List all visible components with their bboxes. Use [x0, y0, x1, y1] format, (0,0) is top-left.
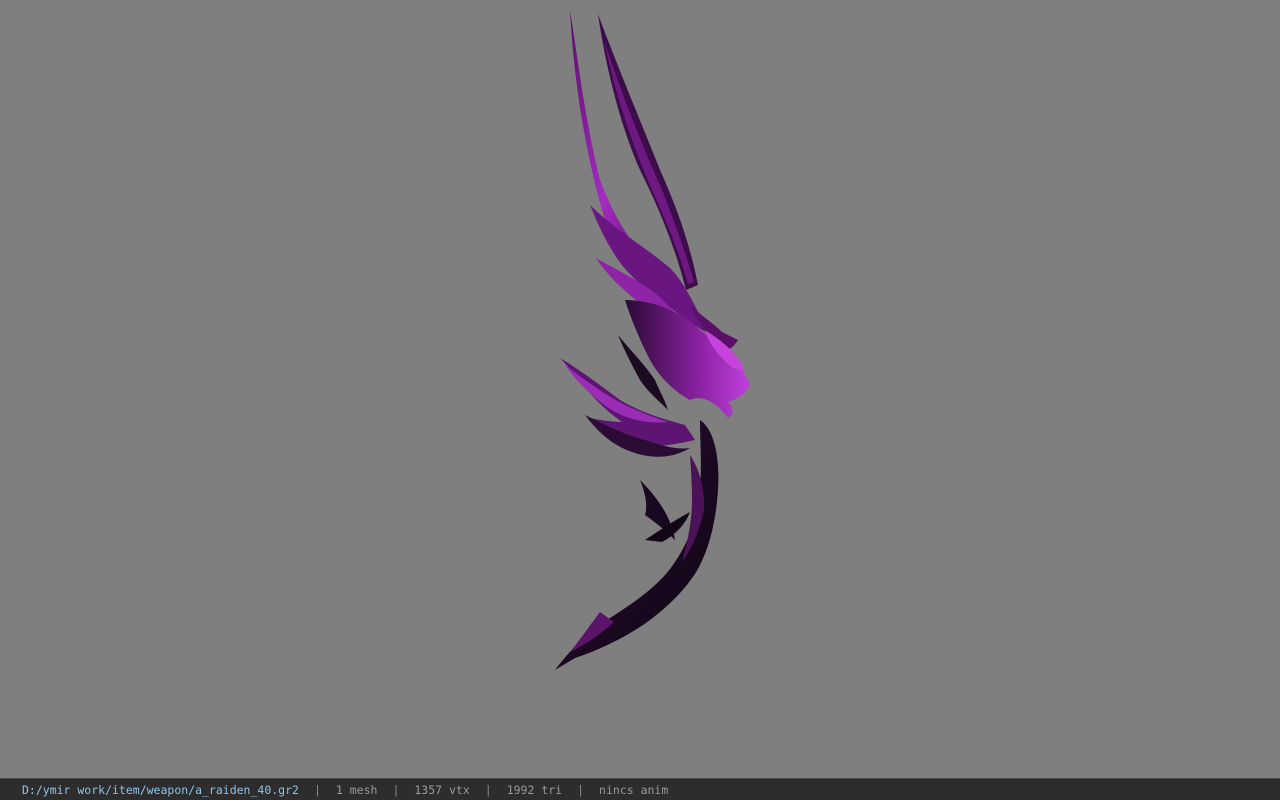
weapon-model-render	[555, 10, 750, 670]
triangle-count: 1992 tri	[506, 782, 563, 797]
separator: |	[577, 782, 585, 797]
weapon-handle	[555, 420, 719, 670]
mesh-count: 1 mesh	[335, 782, 378, 797]
animation-info: nincs anim	[599, 782, 669, 797]
separator: |	[392, 782, 400, 797]
file-path: D:/ymir work/item/weapon/a_raiden_40.gr2	[22, 782, 299, 797]
separator: |	[313, 782, 321, 797]
status-bar: D:/ymir work/item/weapon/a_raiden_40.gr2…	[0, 778, 1280, 800]
vertex-count: 1357 vtx	[414, 782, 470, 797]
3d-viewport[interactable]	[0, 0, 1280, 778]
separator: |	[484, 782, 492, 797]
